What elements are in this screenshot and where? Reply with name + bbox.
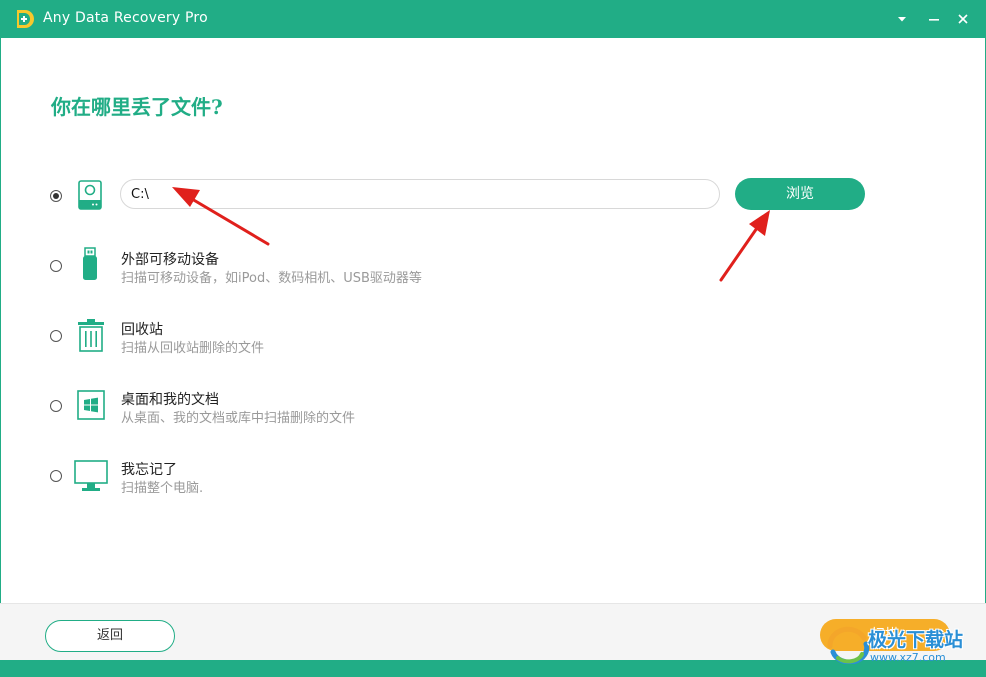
watermark-url: www.xz7.com xyxy=(870,651,946,664)
back-button[interactable]: 返回 xyxy=(45,620,175,652)
browse-button[interactable]: 浏览 xyxy=(735,178,865,210)
close-icon xyxy=(958,14,968,24)
option-title: 桌面和我的文档 xyxy=(121,392,219,408)
close-button[interactable] xyxy=(951,7,975,31)
title-bar: Any Data Recovery Pro xyxy=(0,0,986,38)
window-title: Any Data Recovery Pro xyxy=(43,10,208,26)
radio-hard-drive[interactable] xyxy=(50,190,62,202)
watermark-logo-icon xyxy=(827,626,870,664)
option-subtitle: 扫描整个电脑. xyxy=(121,481,204,496)
caret-down-icon xyxy=(898,17,906,22)
dropdown-menu-button[interactable] xyxy=(890,7,914,31)
app-logo-icon xyxy=(17,10,34,28)
radio-recycle-bin[interactable] xyxy=(50,330,62,342)
watermark-name: 极光下载站 xyxy=(868,629,964,651)
hard-drive-icon xyxy=(78,180,102,210)
minimize-icon xyxy=(929,19,939,21)
option-subtitle: 扫描可移动设备，如iPod、数码相机、USB驱动器等 xyxy=(121,271,422,286)
option-title: 我忘记了 xyxy=(121,462,177,478)
option-subtitle: 扫描从回收站删除的文件 xyxy=(121,341,265,356)
option-subtitle: 从桌面、我的文档或库中扫描删除的文件 xyxy=(121,411,356,426)
path-input[interactable] xyxy=(120,179,720,209)
recycle-bin-icon xyxy=(78,319,104,352)
minimize-button[interactable] xyxy=(922,7,946,31)
radio-desktop-documents[interactable] xyxy=(50,400,62,412)
page-heading: 你在哪里丢了文件? xyxy=(51,95,223,119)
radio-forgot[interactable] xyxy=(50,470,62,482)
usb-drive-icon xyxy=(83,247,97,280)
computer-monitor-icon xyxy=(74,460,108,491)
radio-external-device[interactable] xyxy=(50,260,62,272)
option-title: 外部可移动设备 xyxy=(121,252,219,268)
option-title: 回收站 xyxy=(121,322,163,338)
desktop-documents-icon xyxy=(77,390,105,420)
watermark: 极光下载站 www.xz7.com xyxy=(826,620,986,670)
